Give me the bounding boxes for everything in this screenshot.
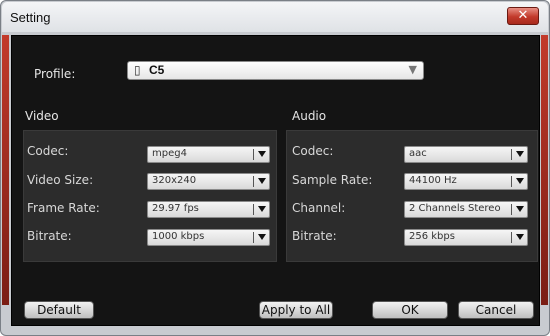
settings-dialog: Setting ✕ Profile: ▯ C5 ▼ Video Audio Co… (0, 0, 550, 336)
audio-settings-group: Codec: aac Sample Rate: 44100 Hz Channel… (286, 130, 538, 262)
video-size-label: Video Size: (27, 173, 94, 187)
profile-value: C5 (149, 63, 165, 77)
audio-bitrate-label: Bitrate: (292, 229, 337, 243)
channel-value: 2 Channels Stereo (409, 203, 501, 214)
video-bitrate-value: 1000 kbps (152, 231, 205, 242)
settings-panel: Profile: ▯ C5 ▼ Video Audio Codec: mpeg4… (11, 35, 540, 326)
profile-select[interactable]: ▯ C5 ▼ (127, 61, 424, 80)
audio-codec-select[interactable]: aac (404, 146, 528, 163)
audio-bitrate-value: 256 kbps (409, 231, 455, 242)
sample-rate-value: 44100 Hz (409, 175, 457, 186)
video-codec-select[interactable]: mpeg4 (147, 146, 270, 163)
dropdown-arrow-icon (258, 151, 266, 157)
channel-label: Channel: (292, 201, 346, 215)
device-icon: ▯ (134, 63, 141, 77)
left-accent-strip (2, 35, 9, 305)
dropdown-arrow-icon (516, 234, 524, 240)
frame-rate-select[interactable]: 29.97 fps (147, 201, 270, 218)
channel-select[interactable]: 2 Channels Stereo (404, 201, 528, 218)
profile-label: Profile: (34, 67, 76, 81)
sample-rate-label: Sample Rate: (292, 173, 373, 187)
video-section-title: Video (25, 109, 59, 123)
sample-rate-select[interactable]: 44100 Hz (404, 173, 528, 190)
chevron-down-icon: ▼ (408, 63, 417, 76)
right-accent-strip (541, 35, 548, 305)
dropdown-arrow-icon (516, 206, 524, 212)
apply-to-all-button[interactable]: Apply to All (259, 301, 333, 319)
video-bitrate-select[interactable]: 1000 kbps (147, 229, 270, 246)
video-codec-value: mpeg4 (152, 148, 187, 159)
video-codec-label: Codec: (27, 144, 69, 158)
video-settings-group: Codec: mpeg4 Video Size: 320x240 Frame R… (23, 130, 277, 262)
dropdown-arrow-icon (258, 178, 266, 184)
audio-bitrate-select[interactable]: 256 kbps (404, 229, 528, 246)
dropdown-arrow-icon (516, 151, 524, 157)
dropdown-arrow-icon (258, 234, 266, 240)
frame-rate-value: 29.97 fps (152, 203, 199, 214)
window-title: Setting (10, 10, 51, 25)
dropdown-arrow-icon (516, 178, 524, 184)
audio-codec-value: aac (409, 148, 427, 159)
frame-rate-label: Frame Rate: (27, 201, 100, 215)
video-size-select[interactable]: 320x240 (147, 173, 270, 190)
video-size-value: 320x240 (152, 175, 197, 186)
video-bitrate-label: Bitrate: (27, 229, 72, 243)
audio-section-title: Audio (292, 109, 327, 123)
close-button[interactable]: ✕ (507, 7, 539, 25)
default-button[interactable]: Default (24, 301, 94, 319)
close-icon: ✕ (517, 8, 529, 23)
audio-codec-label: Codec: (292, 144, 334, 158)
title-bar[interactable]: Setting ✕ (2, 2, 548, 32)
ok-button[interactable]: OK (372, 301, 448, 319)
dropdown-arrow-icon (258, 206, 266, 212)
cancel-button[interactable]: Cancel (458, 301, 534, 319)
